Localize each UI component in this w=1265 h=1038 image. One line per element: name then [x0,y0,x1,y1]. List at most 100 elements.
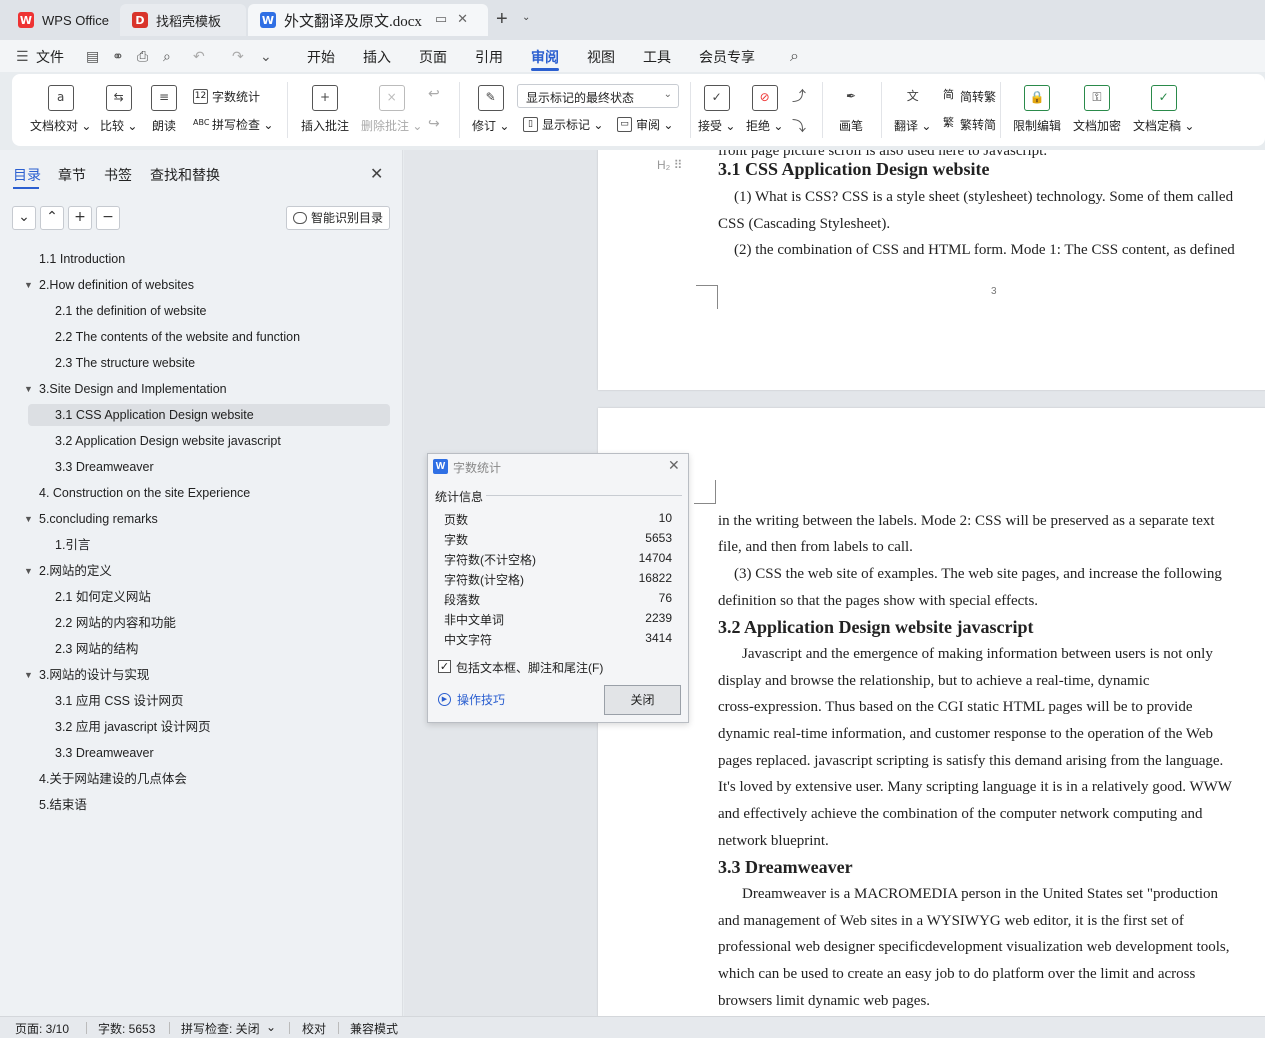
link-icon[interactable]: ⚭ [112,49,124,65]
redo-icon[interactable]: ↷ [232,49,244,65]
chevron-down-icon[interactable]: ⌄ [522,12,530,23]
caret-down-icon[interactable]: ▼ [24,378,33,400]
menu-home[interactable]: 开始 [307,47,335,67]
remove-heading-icon[interactable]: − [96,206,120,230]
include-textbox-checkbox[interactable]: ✓ [438,660,451,673]
revise-button[interactable]: ✎ 修订 ⌄ [472,85,509,134]
hamburger-icon[interactable]: ☰ [16,49,29,65]
add-heading-icon[interactable]: + [68,206,92,230]
spell-check-button[interactable]: ABC 拼写检查 ⌄ [193,116,273,133]
close-icon[interactable]: ✕ [668,457,680,474]
toc-item[interactable]: 3.2 应用 javascript 设计网页 [55,716,211,738]
toc-item[interactable]: 3.2 Application Design website javascrip… [55,430,281,452]
document-page-4[interactable]: in the writing between the labels. Mode … [598,408,1265,1016]
include-textbox-label[interactable]: 包括文本框、脚注和尾注(F) [456,659,603,676]
close-icon[interactable]: ✕ [370,164,383,184]
caret-down-icon[interactable]: ▼ [24,508,33,530]
toc-item[interactable]: 2.网站的定义 [39,560,112,582]
show-markup-button[interactable]: ▯ 显示标记 ⌄ [523,116,603,133]
toc-item[interactable]: 2.3 网站的结构 [55,638,138,660]
spell-check-status[interactable]: 拼写检查: 关闭 [181,1020,260,1037]
nav-tab-toc[interactable]: 目录 [13,165,41,185]
expand-icon[interactable]: ⌄ [12,206,36,230]
save-icon[interactable]: ▤ [86,49,99,65]
toc-item[interactable]: 3.网站的设计与实现 [39,664,149,686]
chevron-down-icon[interactable]: ⌄ [266,1020,276,1034]
previous-revision-icon[interactable]: ⤴ [792,86,806,106]
finalize-button[interactable]: ✓ 文档定稿 ⌄ [1133,85,1194,134]
toc-item[interactable]: 5.concluding remarks [39,508,158,530]
page-indicator[interactable]: 页面: 3/10 [15,1020,69,1037]
print-icon[interactable]: ⎙ [137,49,148,65]
toc-item[interactable]: 1.引言 [55,534,90,556]
menu-tools[interactable]: 工具 [643,47,671,67]
print-preview-icon[interactable]: ⌕ [163,49,171,65]
spell-check-label: 拼写检查 [212,118,261,132]
collapse-icon[interactable]: ⌃ [40,206,64,230]
translate-button[interactable]: 文 翻译 ⌄ [894,85,931,134]
chevron-down-icon[interactable]: ⌄ [260,49,272,65]
caret-down-icon[interactable]: ▼ [24,274,33,296]
review-pane-button[interactable]: ▭ 审阅 ⌄ [617,116,673,133]
tab-document[interactable]: W 外文翻译及原文.docx ▭✕ [248,4,488,36]
previous-comment-icon[interactable]: ↩ [428,86,440,102]
delete-comment-button[interactable]: × 删除批注 ⌄ [361,85,422,134]
menu-page[interactable]: 页面 [419,47,447,67]
tab-wps-office[interactable]: W WPS Office [6,4,116,36]
toc-item[interactable]: 4.关于网站建设的几点体会 [39,768,187,790]
next-revision-icon[interactable]: ⤵ [792,116,806,136]
menu-insert[interactable]: 插入 [363,47,391,67]
menu-member[interactable]: 会员专享 [699,47,755,67]
close-button[interactable]: 关闭 [604,685,681,715]
menu-review[interactable]: 审阅 [531,47,559,67]
menu-view[interactable]: 视图 [587,47,615,67]
toc-item[interactable]: 4. Construction on the site Experience [39,482,250,504]
toc-item[interactable]: 3.Site Design and Implementation [39,378,227,400]
word-count-button[interactable]: 12 字数统计 [193,88,260,105]
delete-comment-icon: × [378,85,405,111]
nav-tab-bookmarks[interactable]: 书签 [104,165,132,185]
toc-item[interactable]: 2.How definition of websites [39,274,194,296]
smart-recognize-toc-button[interactable]: 智能识别目录 [286,206,390,230]
proofread-button[interactable]: a 文档校对 ⌄ [30,85,91,134]
compare-button[interactable]: ⇆ 比较 ⌄ [100,85,137,134]
toc-item[interactable]: 2.2 The contents of the website and func… [55,326,300,348]
nav-tab-sections[interactable]: 章节 [58,165,86,185]
toc-item[interactable]: 2.3 The structure website [55,352,195,374]
tips-link[interactable]: ▶ 操作技巧 [438,691,505,708]
dialog-title-bar[interactable]: W 字数统计 ✕ [428,454,688,480]
tab-close-icon[interactable]: ▭✕ [435,11,478,27]
nav-tab-find-replace[interactable]: 查找和替换 [150,165,220,185]
read-aloud-button[interactable]: ≡ 朗读 [151,85,177,134]
caret-down-icon[interactable]: ▼ [24,664,33,686]
proofread-status[interactable]: 校对 [302,1020,326,1037]
search-icon[interactable]: ⌕ [790,46,799,66]
next-comment-icon[interactable]: ↪ [428,116,440,132]
word-count-indicator[interactable]: 字数: 5653 [98,1020,155,1037]
toc-item[interactable]: 2.1 如何定义网站 [55,586,151,608]
document-page-3[interactable]: front page picture scroll is also used h… [598,150,1265,390]
toc-item[interactable]: 5.结束语 [39,794,87,816]
toc-item-selected[interactable]: 3.1 CSS Application Design website [28,404,390,426]
restrict-edit-button[interactable]: 🔒 限制编辑 [1013,85,1061,134]
menu-references[interactable]: 引用 [475,47,503,67]
toc-item[interactable]: 1.1 Introduction [39,248,125,270]
reject-button[interactable]: ⊘ 拒绝 ⌄ [746,85,783,134]
to-traditional-button[interactable]: 简 简转繁 [941,88,996,105]
toc-item[interactable]: 2.2 网站的内容和功能 [55,612,176,634]
encrypt-button[interactable]: ⚿ 文档加密 [1073,85,1121,134]
toc-item[interactable]: 3.3 Dreamweaver [55,456,154,478]
toc-item[interactable]: 3.1 应用 CSS 设计网页 [55,690,184,712]
new-tab-icon[interactable]: + [496,8,508,30]
undo-icon[interactable]: ↶ [193,49,205,65]
caret-down-icon[interactable]: ▼ [24,560,33,582]
accept-button[interactable]: ✓ 接受 ⌄ [698,85,735,134]
markup-state-dropdown[interactable]: 显示标记的最终状态 ⌄ [517,84,679,108]
to-simplified-button[interactable]: 繁 繁转简 [941,116,996,133]
menu-file[interactable]: 文件 [36,47,64,67]
toc-item[interactable]: 3.3 Dreamweaver [55,742,154,764]
toc-item[interactable]: 2.1 the definition of website [55,300,207,322]
insert-comment-button[interactable]: + 插入批注 [301,85,349,134]
pen-button[interactable]: ✒ 画笔 [838,85,864,134]
tab-template[interactable]: D 找稻壳模板 [120,4,246,36]
